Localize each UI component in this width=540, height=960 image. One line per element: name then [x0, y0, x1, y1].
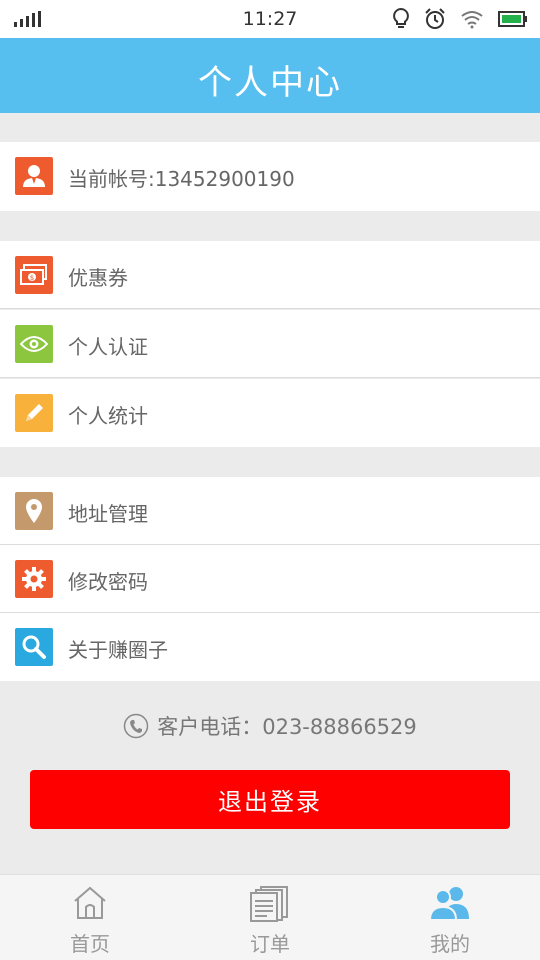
document-icon	[250, 886, 288, 922]
location-pin-icon	[15, 492, 53, 530]
menu-label-about: 关于赚圈子	[68, 638, 168, 662]
menu-label-password: 修改密码	[68, 570, 148, 594]
menu-item-address[interactable]: 地址管理	[0, 477, 540, 545]
customer-phone[interactable]: 客户电话：023-88866529	[0, 711, 540, 741]
alarm-icon	[425, 8, 445, 29]
magnifier-icon	[15, 628, 53, 666]
battery-icon	[498, 11, 527, 27]
phone-icon	[123, 713, 149, 739]
menu-label-verify: 个人认证	[68, 335, 148, 359]
tab-orders[interactable]: 订单	[180, 875, 360, 960]
menu-item-about[interactable]: 关于赚圈子	[0, 613, 540, 681]
tab-home[interactable]: 首页	[0, 875, 180, 960]
wifi-icon	[461, 11, 483, 29]
status-bar: 11:27	[0, 0, 540, 38]
account-label: 当前帐号:13452900190	[68, 167, 295, 191]
bottom-tab-bar: 首页 订单 我的	[0, 874, 540, 960]
menu-item-stats[interactable]: 个人统计	[0, 379, 540, 447]
phone-text: 客户电话：023-88866529	[157, 715, 417, 739]
pencil-icon	[15, 394, 53, 432]
tab-mine[interactable]: 我的	[360, 875, 540, 960]
tab-mine-label: 我的	[430, 932, 470, 956]
page-title: 个人中心	[198, 63, 342, 103]
lightbulb-icon	[393, 7, 409, 28]
users-icon	[429, 887, 469, 921]
menu-label-address: 地址管理	[68, 502, 148, 526]
tab-home-label: 首页	[70, 932, 110, 956]
house-icon	[74, 886, 106, 919]
money-icon: $	[15, 256, 53, 294]
menu-label-coupon: 优惠券	[68, 266, 128, 290]
header-bar: 个人中心	[0, 38, 540, 113]
tab-orders-label: 订单	[250, 932, 290, 956]
menu-label-stats: 个人统计	[68, 404, 148, 428]
account-row[interactable]: 当前帐号:13452900190	[0, 142, 540, 211]
menu-item-password[interactable]: 修改密码	[0, 545, 540, 613]
gear-icon	[15, 560, 53, 598]
svg-text:$: $	[30, 274, 34, 282]
menu-item-verify[interactable]: 个人认证	[0, 310, 540, 378]
menu-item-coupon[interactable]: $ 优惠券	[0, 241, 540, 309]
user-icon	[15, 157, 53, 195]
logout-button[interactable]: 退出登录	[30, 770, 510, 829]
eye-icon	[15, 325, 53, 363]
